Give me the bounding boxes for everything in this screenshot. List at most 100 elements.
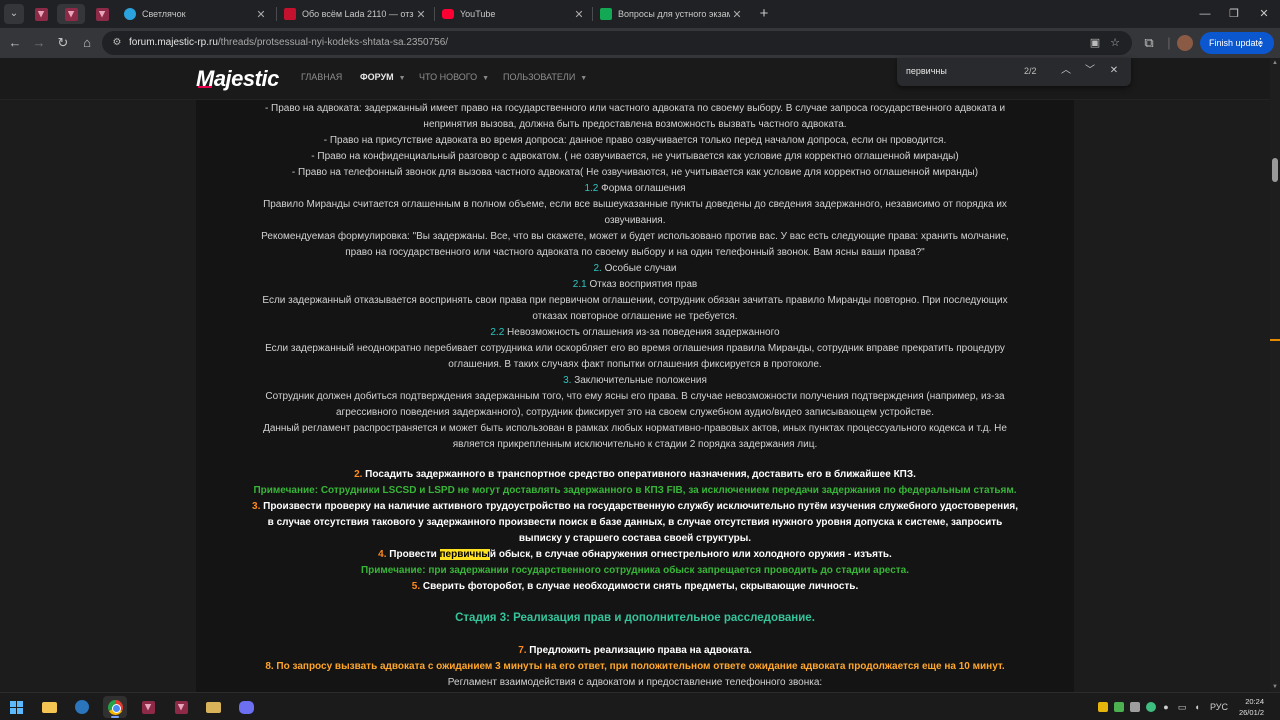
- forward-button[interactable]: →: [28, 32, 50, 54]
- youtube-icon: [442, 9, 454, 19]
- text-line: - Право на конфиденциальный разговор с а…: [311, 151, 959, 162]
- taskbar: ● ▭ ◖ РУС 20:24 26/01/2: [0, 692, 1280, 720]
- site-info-icon[interactable]: ⚙: [110, 36, 124, 50]
- tab-sheets[interactable]: Вопросы для устного экзамена ✕: [594, 2, 750, 26]
- logo-accent: [198, 86, 212, 88]
- text-line: Сотрудник должен добиться подтверждения …: [265, 391, 1005, 402]
- close-icon[interactable]: ✕: [254, 8, 268, 21]
- chrome-icon: [107, 699, 123, 715]
- find-previous-button[interactable]: ︿: [1058, 63, 1074, 79]
- scroll-down-icon[interactable]: ▼: [1270, 682, 1280, 692]
- scrollbar-thumb[interactable]: [1272, 158, 1278, 182]
- chevron-down-icon: ▼: [580, 75, 588, 82]
- clock[interactable]: 20:24 26/01/2: [1232, 696, 1264, 718]
- taskbar-app-1[interactable]: [136, 696, 160, 718]
- find-bar: первичны 2/2 ︿ ﹀ ✕: [897, 58, 1131, 86]
- taskbar-chrome[interactable]: [103, 696, 127, 718]
- back-button[interactable]: ←: [4, 32, 26, 54]
- language-indicator[interactable]: РУС: [1205, 693, 1233, 720]
- nav-home[interactable]: Главная: [301, 72, 342, 82]
- find-input[interactable]: первичны: [906, 58, 947, 84]
- pinned-tab-1[interactable]: [27, 4, 55, 24]
- nav-whats-new[interactable]: Что нового ▼: [419, 72, 489, 82]
- minimize-button[interactable]: —: [1190, 0, 1220, 28]
- reload-button[interactable]: ↻: [52, 32, 74, 54]
- url-text[interactable]: forum.majestic-rp.ru/threads/protsessual…: [129, 31, 448, 55]
- find-next-button[interactable]: ﹀: [1082, 63, 1098, 79]
- step-2: 2. Посадить задержанного в транспортное …: [354, 469, 916, 480]
- scroll-up-icon[interactable]: ▲: [1270, 58, 1280, 68]
- step-8: 8. По запросу вызвать адвоката с ожидани…: [265, 661, 1005, 672]
- windows-icon: [9, 700, 23, 714]
- tray-app-icon[interactable]: [1130, 702, 1140, 712]
- section-heading: 2.1 Отказ восприятия прав: [572, 279, 698, 290]
- network-icon[interactable]: ▭: [1176, 693, 1188, 720]
- text-line: - Право на присутствие адвоката во время…: [323, 135, 947, 146]
- close-window-button[interactable]: ✕: [1249, 0, 1279, 28]
- new-tab-button[interactable]: +: [754, 4, 774, 24]
- tray-app-icon[interactable]: [1098, 702, 1108, 712]
- text-line: Если задержанный отказывается воспринять…: [262, 295, 1008, 306]
- section-heading: 3. Заключительные положения: [563, 375, 707, 386]
- text-line: агрессивного поведения задержанного), со…: [335, 407, 934, 418]
- tab-search-button[interactable]: ⌄: [4, 4, 24, 24]
- tab-youtube[interactable]: YouTube ✕: [436, 2, 592, 26]
- tab-lada[interactable]: Обо всём Lada 2110 — отзывы ✕: [278, 2, 434, 26]
- taskbar-discord[interactable]: [234, 696, 258, 718]
- text-line: Рекомендуемая формулировка: "Вы задержан…: [261, 231, 1009, 242]
- stage-heading: Стадия 3: Реализация прав и дополнительн…: [455, 612, 815, 624]
- close-icon[interactable]: ✕: [414, 8, 428, 21]
- app-icon: [64, 7, 78, 21]
- tray-app-icon[interactable]: [1114, 702, 1124, 712]
- step-3-cont: в случае отсутствия такового у задержанн…: [267, 517, 1003, 528]
- microphone-icon[interactable]: ●: [1160, 693, 1172, 720]
- finish-update-button[interactable]: Finish update ⋮: [1200, 32, 1274, 54]
- tab-telegram[interactable]: Светлячок ✕: [118, 2, 274, 26]
- section-heading: 2.2 Невозможность оглашения из-за поведе…: [490, 327, 780, 338]
- taskbar-steam[interactable]: [70, 696, 94, 718]
- tab-title: Вопросы для устного экзамена: [618, 9, 730, 19]
- taskbar-app-2[interactable]: [169, 696, 193, 718]
- lada-icon: [284, 8, 296, 20]
- text-line: оглашения. В таких случаях факт попытки …: [448, 359, 822, 370]
- site-logo[interactable]: Majestic: [196, 66, 279, 92]
- step-7: 7. Предложить реализацию права на адвока…: [518, 645, 752, 656]
- text-line: является прикрепленным исключительно к с…: [452, 439, 818, 450]
- step-5: 5. Сверить фоторобот, в случае необходим…: [411, 581, 859, 592]
- pinned-tab-3[interactable]: [88, 4, 116, 24]
- step-3-cont: выписку у старшего состава своей структу…: [518, 533, 752, 544]
- nav-users[interactable]: Пользователи ▼: [503, 72, 587, 82]
- step-3: 3. Произвести проверку на наличие активн…: [252, 501, 1018, 512]
- translate-icon[interactable]: ▣: [1087, 35, 1103, 51]
- tab-title: Светлячок: [142, 9, 186, 19]
- volume-icon[interactable]: ◖: [1191, 693, 1203, 720]
- find-count: 2/2: [1024, 66, 1037, 76]
- pinned-tab-2[interactable]: [57, 4, 85, 24]
- find-close-button[interactable]: ✕: [1106, 63, 1122, 79]
- taskbar-explorer[interactable]: [37, 696, 61, 718]
- avatar[interactable]: [1177, 35, 1193, 51]
- text-line: - Право на адвоката: задержанный имеет п…: [264, 103, 1006, 114]
- close-icon[interactable]: ✕: [572, 8, 586, 21]
- steam-icon: [75, 700, 89, 714]
- chevron-down-icon: ▼: [398, 75, 406, 82]
- page-scrollbar[interactable]: ▲ ▼: [1270, 58, 1280, 692]
- home-button[interactable]: ⌂: [76, 32, 98, 54]
- extensions-icon[interactable]: ⧉: [1138, 32, 1160, 54]
- more-menu-icon: ⋮: [1255, 37, 1266, 49]
- restore-button[interactable]: ❐: [1219, 0, 1249, 28]
- media-icon: [205, 701, 221, 713]
- tray-app-icon[interactable]: [1146, 702, 1156, 712]
- text-line: Правило Миранды считается оглашенным в п…: [263, 199, 1007, 210]
- tab-title: Обо всём Lada 2110 — отзывы: [302, 9, 414, 19]
- start-button[interactable]: [4, 696, 28, 718]
- address-bar[interactable]: ⚙ forum.majestic-rp.ru/threads/protsessu…: [102, 31, 1132, 55]
- taskbar-media[interactable]: [201, 696, 225, 718]
- text-line: Регламент взаимодействия с адвокатом и п…: [447, 677, 823, 688]
- app-icon: [34, 7, 48, 21]
- nav-forum[interactable]: Форум ▼: [360, 72, 406, 82]
- close-icon[interactable]: ✕: [730, 8, 744, 21]
- text-line: непринятия вызова, должна быть предостав…: [423, 119, 847, 130]
- bookmark-star-icon[interactable]: ☆: [1107, 35, 1123, 51]
- section-heading: 2. Особые случаи: [593, 263, 677, 274]
